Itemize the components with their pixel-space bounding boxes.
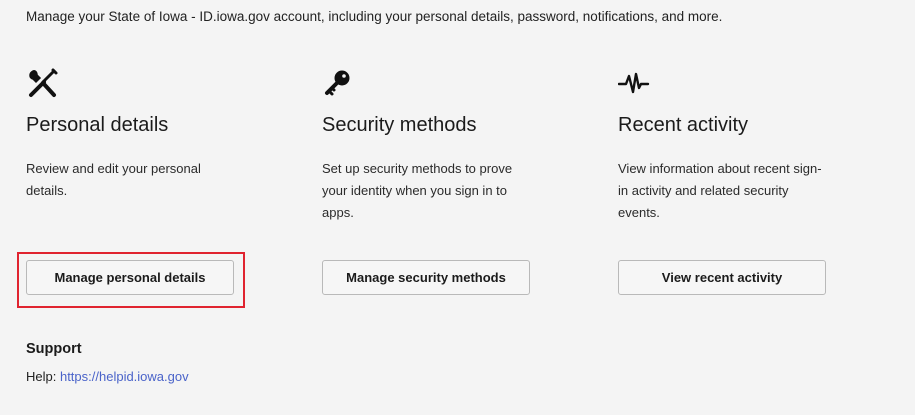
manage-personal-details-button[interactable]: Manage personal details <box>26 260 234 295</box>
page-intro: Manage your State of Iowa - ID.iowa.gov … <box>26 9 723 24</box>
card-title: Security methods <box>322 114 477 136</box>
help-link[interactable]: https://helpid.iowa.gov <box>60 369 189 384</box>
card-title: Recent activity <box>618 114 749 136</box>
support-help: Help: https://helpid.iowa.gov <box>26 369 189 384</box>
help-label: Help: <box>26 369 60 384</box>
key-icon <box>325 70 350 96</box>
card-description: Review and edit your personal details. <box>26 161 201 198</box>
view-recent-activity-button[interactable]: View recent activity <box>618 260 826 295</box>
manage-security-methods-button[interactable]: Manage security methods <box>322 260 530 295</box>
account-page: Manage your State of Iowa - ID.iowa.gov … <box>0 0 915 415</box>
support-heading: Support <box>26 341 82 357</box>
card-description: Set up security methods to prove your id… <box>322 161 513 220</box>
card-title: Personal details <box>26 114 169 136</box>
card-personal-details: Personal details Review and edit your pe… <box>26 66 256 295</box>
card-security-methods: Security methods Set up security methods… <box>322 66 552 295</box>
card-description: View information about recent sign-in ac… <box>618 161 822 220</box>
tools-icon <box>29 68 58 97</box>
card-recent-activity: Recent activity View information about r… <box>618 66 848 295</box>
activity-icon <box>618 72 650 94</box>
